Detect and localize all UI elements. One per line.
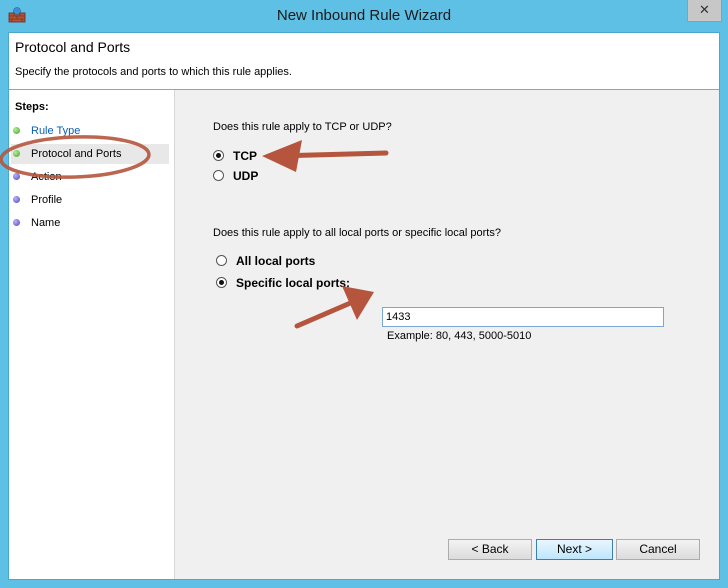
specific-local-ports-label: Specific local ports:	[236, 276, 351, 290]
close-icon: ✕	[699, 2, 710, 17]
step-label: Action	[31, 171, 62, 183]
step-label: Name	[31, 217, 61, 229]
wizard-header: Protocol and Ports Specify the protocols…	[9, 33, 719, 90]
wizard-content: Does this rule apply to TCP or UDP? TCP …	[175, 90, 719, 579]
step-protocol-and-ports: Protocol and Ports	[11, 144, 169, 164]
step-pending-icon	[13, 173, 20, 180]
step-pending-icon	[13, 219, 20, 226]
wizard-window: Protocol and Ports Specify the protocols…	[8, 32, 720, 580]
steps-panel: Steps: Rule Type Protocol and Ports Acti…	[9, 90, 175, 579]
page-subtitle: Specify the protocols and ports to which…	[15, 66, 292, 78]
udp-label: UDP	[233, 169, 259, 183]
all-local-ports-label: All local ports	[236, 254, 316, 268]
step-current-icon	[13, 150, 20, 157]
step-completed-icon	[13, 127, 20, 134]
next-button[interactable]: Next >	[536, 539, 613, 560]
title-bar: New Inbound Rule Wizard ✕	[0, 0, 728, 32]
step-pending-icon	[13, 196, 20, 203]
step-label: Profile	[31, 194, 63, 206]
step-label: Rule Type	[31, 125, 81, 137]
ports-question: Does this rule apply to all local ports …	[213, 227, 501, 239]
step-label: Protocol and Ports	[31, 148, 122, 160]
back-button[interactable]: < Back	[448, 539, 532, 560]
radio-selected-icon	[216, 277, 227, 288]
radio-unselected-icon	[213, 170, 224, 181]
cancel-button[interactable]: Cancel	[616, 539, 700, 560]
protocol-question: Does this rule apply to TCP or UDP?	[213, 121, 392, 133]
specific-ports-input[interactable]	[382, 307, 664, 327]
radio-selected-icon	[213, 150, 224, 161]
tcp-label: TCP	[233, 149, 257, 163]
radio-unselected-icon	[216, 255, 227, 266]
window-title: New Inbound Rule Wizard	[276, 7, 452, 24]
close-button[interactable]: ✕	[687, 0, 722, 22]
ports-example: Example: 80, 443, 5000-5010	[387, 330, 532, 342]
page-title: Protocol and Ports	[15, 39, 131, 55]
steps-heading: Steps:	[15, 101, 49, 113]
